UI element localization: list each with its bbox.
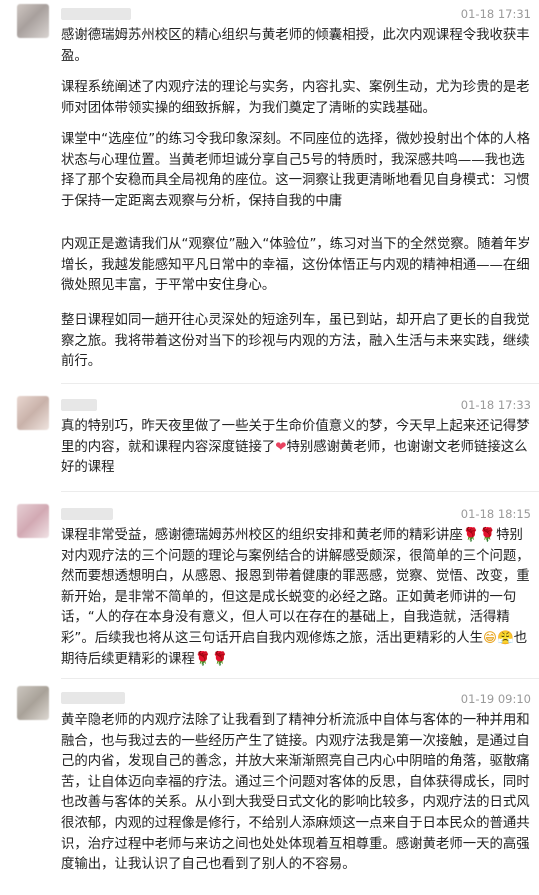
avatar[interactable] [17,4,49,38]
rose-emoji-icon: 🌹 [462,528,480,543]
comment-text: 课程非常受益，感谢德瑞姆苏州校区的组织安排和黄老师的精彩讲座🌹🌹特别对内观疗法的… [61,526,531,670]
username-blurred[interactable] [61,8,131,20]
divider [61,383,539,384]
comment-text-part: 特别对内观疗法的三个问题的理论与案例结合的讲解感受颇深，很简单的三个问题，然而要… [61,528,530,646]
comment-text-part: 课程非常受益，感谢德瑞姆苏州校区的组织安排和黄老师的精彩讲座 [61,528,463,543]
comment-feed: 01-18 17:31 感谢德瑞姆苏州校区的精心组织与黄老师的倾囊相授，此次内观… [0,0,539,895]
comment-time: 01-19 09:10 [460,692,531,706]
grin-emoji-icon: 😁 [483,630,498,646]
comment-paragraph: 感谢德瑞姆苏州校区的精心组织与黄老师的倾囊相授，此次内观课程令我收获丰盈。 [61,28,530,64]
username-blurred[interactable] [61,399,97,411]
comment-paragraph: 课程系统阐述了内观疗法的理论与实务，内容扎实、案例生动，尤为珍贵的是老师对团体带… [61,80,530,116]
comment-paragraph: 课堂中“选座位”的练习令我印象深刻。不同座位的选择，微妙投射出个体的人格状态与心… [61,132,531,209]
avatar[interactable] [17,396,49,430]
avatar[interactable] [17,686,49,720]
rose-emoji-icon: 🌹 [194,651,212,667]
comment-time: 01-18 18:15 [460,507,531,521]
heart-emoji-icon: ❤ [275,439,287,455]
comment-paragraph: 内观正是邀请我们从“观察位”融入“体验位”，练习对当下的全然觉察。随着年岁增长，… [61,237,531,294]
avatar[interactable] [17,504,49,538]
comment-paragraph: 整日课程如同一趟开往心灵深处的短途列车，虽已到站，却开启了更长的自我觉察之旅。我… [61,313,530,370]
username-blurred[interactable] [61,508,113,520]
divider [61,678,539,679]
fighting-emoji-icon: 😤 [497,630,514,646]
rose-emoji-icon: 🌹 [479,528,497,543]
username-blurred[interactable] [61,692,125,704]
comment-time: 01-18 17:33 [460,398,531,412]
divider [61,491,539,492]
comment-text: 黄辛隐老师的内观疗法除了让我看到了精神分析流派中自体与客体的一种并用和融合，也与… [61,713,530,873]
comment-text: 真的特别巧，昨天夜里做了一些关于生命价值意义的梦，今天早上起来还记得梦里的内容，… [61,417,531,479]
comment-time: 01-18 17:31 [460,7,531,21]
rose-emoji-icon: 🌹 [211,651,229,667]
